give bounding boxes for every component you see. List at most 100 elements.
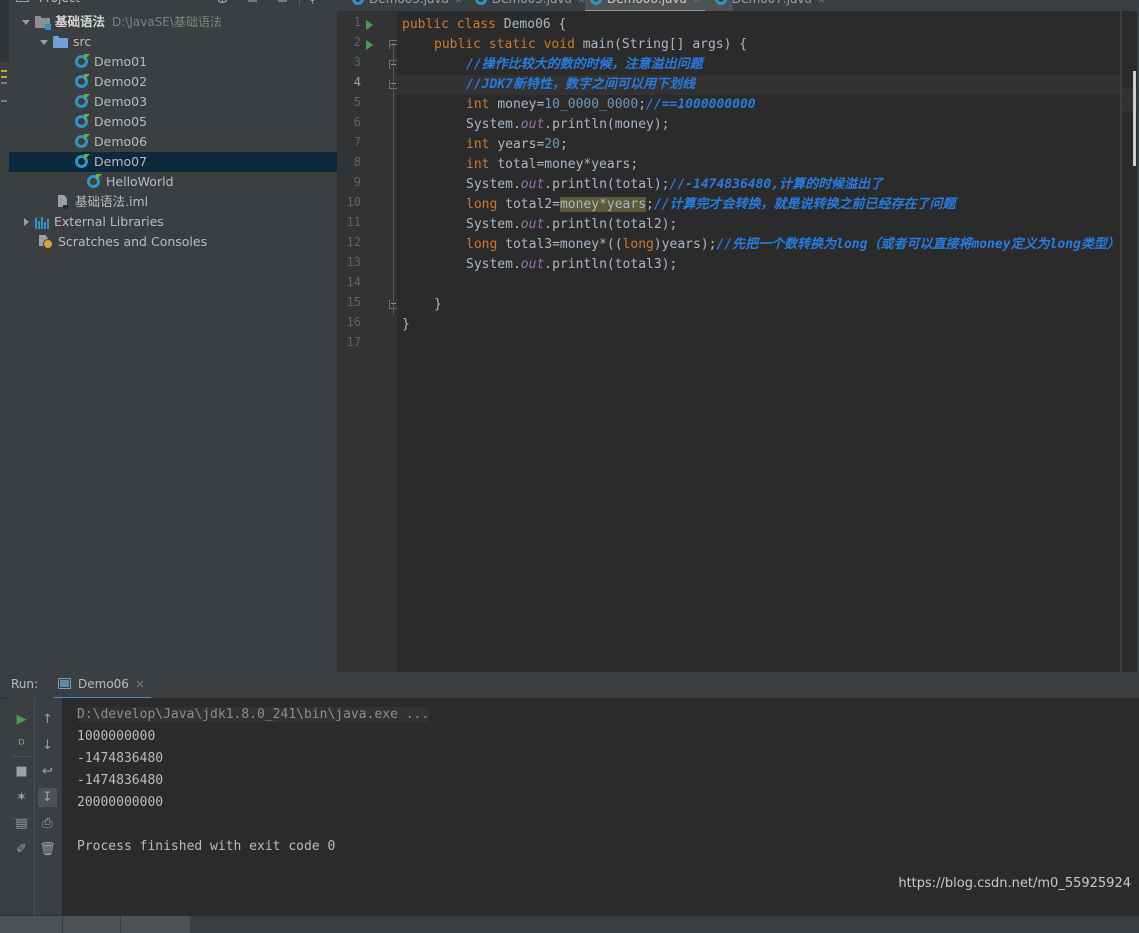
- code-editor[interactable]: public class Demo06 {public static void …: [397, 11, 1120, 672]
- code-line-7: int years=20;: [397, 135, 1120, 155]
- stop-button[interactable]: ■: [12, 762, 31, 781]
- code-line-13: System.out.println(total3);: [397, 255, 1120, 275]
- code-line-2: public static void main(String[] args) {: [397, 35, 1120, 55]
- code-line-4: //JDK7新特性，数字之间可以用下划线: [397, 75, 1120, 95]
- collapse-all-icon[interactable]: [215, 0, 229, 5]
- tree-node-Demo02[interactable]: Demo02: [9, 72, 337, 92]
- line-number-6: 6: [353, 115, 361, 129]
- tree-node-label: 基础语法: [55, 14, 106, 29]
- code-token: main: [582, 37, 615, 52]
- down-arrow-icon[interactable]: ↓: [38, 736, 57, 755]
- scroll-to-end-icon[interactable]: ↧: [38, 788, 57, 807]
- close-icon[interactable]: ×: [817, 0, 826, 6]
- chevron-down-icon[interactable]: [39, 37, 50, 48]
- tree-node-Demo03[interactable]: Demo03: [9, 92, 337, 112]
- up-arrow-icon[interactable]: ↑: [38, 710, 57, 729]
- editor-tab-label: Demo03.java: [369, 0, 449, 6]
- run-tool-window: Run: Demo06 × ▶ ᴰ ■ ✶ ▤ ✐ ↑ ↓ ↩ ↧ ⎙ 🗑 D:\develop\J…: [0, 672, 1139, 915]
- tree-node-Demo01[interactable]: Demo01: [9, 52, 337, 72]
- code-line-8: int total=money*years;: [397, 155, 1120, 175]
- line-number-4: 4: [353, 75, 361, 89]
- line-number-2: 2: [353, 35, 361, 49]
- chevron-right-icon[interactable]: [21, 217, 32, 228]
- editor-tab-Demo07[interactable]: Demo07.java ×: [710, 0, 853, 11]
- code-line-9: System.out.println(total);//-1474836480,…: [397, 175, 1120, 195]
- code-token: .println(total3);: [544, 257, 678, 272]
- locate-file-icon[interactable]: [275, 0, 289, 5]
- tree-node-Scratches and Consoles[interactable]: Scratches and Consoles: [9, 232, 337, 252]
- run-gutter-icon[interactable]: [366, 40, 373, 50]
- chevron-down-icon[interactable]: [21, 17, 32, 28]
- run-tab-label: Demo06: [78, 677, 129, 691]
- code-line-text: public static void main(String[] args) {: [397, 35, 747, 55]
- line-number-12: 12: [346, 235, 361, 249]
- layout-button[interactable]: ▤: [12, 814, 31, 833]
- code-token: void: [543, 37, 583, 52]
- project-title: Project: [39, 0, 80, 5]
- tree-node-Demo05[interactable]: Demo05: [9, 112, 337, 132]
- code-line-10: long total2=money*years;//计算完才会转换，就是说转换之…: [397, 195, 1120, 215]
- tree-node-基础语法[interactable]: 基础语法 D:\JavaSE\基础语法: [9, 12, 337, 32]
- tree-node-External Libraries[interactable]: External Libraries: [9, 212, 337, 232]
- console-command-line: D:\develop\Java\jdk1.8.0_241\bin\java.ex…: [62, 704, 1139, 726]
- tree-node-label: Demo03: [94, 94, 148, 109]
- settings-gear-icon[interactable]: [305, 0, 319, 5]
- code-token: static: [488, 37, 544, 52]
- close-icon[interactable]: ×: [454, 0, 463, 6]
- editor-scrollbar[interactable]: [1120, 11, 1139, 672]
- tree-node-label: Scratches and Consoles: [58, 234, 208, 249]
- code-line-text: System.out.println(money);: [397, 115, 670, 135]
- console-output-line: Process finished with exit code 0: [77, 839, 336, 854]
- scrollbar-thumb[interactable]: [1133, 71, 1136, 166]
- clear-all-icon[interactable]: 🗑: [38, 840, 57, 859]
- status-bar-left-block: [0, 916, 190, 933]
- status-bar: 17:28 CRLF UTF-8 4 spaces Git: master: [0, 915, 1139, 933]
- tree-node-Demo06[interactable]: Demo06: [9, 132, 337, 152]
- run-label: Run:: [11, 677, 39, 691]
- tree-node-Demo07[interactable]: Demo07: [9, 152, 337, 172]
- java-class-icon: [75, 94, 90, 109]
- code-token: out: [520, 257, 545, 272]
- tree-node-label: Demo02: [94, 74, 148, 89]
- editor-tab-Demo03[interactable]: Demo03.java ×: [347, 0, 490, 11]
- code-token: Demo06 {: [503, 17, 567, 32]
- code-token: int: [466, 97, 498, 112]
- attach-debugger-icon[interactable]: ✶: [12, 788, 31, 807]
- code-token: //计算完才会转换，就是说转换之前已经存在了问题: [653, 197, 956, 212]
- run-tab-demo06[interactable]: Demo06 ×: [54, 672, 151, 699]
- editor-tab-label: Demo07.java: [732, 0, 812, 6]
- console-output-line: -1474836480: [77, 773, 164, 788]
- code-line-text: System.out.println(total3);: [397, 255, 677, 275]
- code-line-5: int money=10_0000_0000;//==1000000000: [397, 95, 1120, 115]
- java-class-icon: [75, 114, 90, 129]
- soft-wrap-icon[interactable]: ↩: [38, 762, 57, 781]
- java-class-icon: [87, 174, 102, 189]
- tree-node-src[interactable]: src: [9, 32, 337, 52]
- pin-tab-icon[interactable]: ✐: [12, 840, 31, 859]
- code-line-15: }: [397, 295, 1120, 315]
- tree-node-基础语法.iml[interactable]: 基础语法.iml: [9, 192, 337, 212]
- settings-wrench-icon[interactable]: ᴰ: [12, 736, 31, 755]
- console-output-line: 20000000000: [77, 795, 164, 810]
- close-icon[interactable]: ×: [135, 672, 145, 697]
- line-number-5: 5: [353, 95, 361, 109]
- expand-all-icon[interactable]: [245, 0, 259, 5]
- tree-node-HelloWorld[interactable]: HelloWorld: [9, 172, 337, 192]
- close-icon[interactable]: ×: [692, 0, 701, 6]
- code-line-11: System.out.println(total2);: [397, 215, 1120, 235]
- rerun-button[interactable]: ▶: [12, 710, 31, 729]
- code-line-text: System.out.println(total2);: [397, 215, 677, 235]
- code-token: .println(total);: [544, 177, 670, 192]
- code-token: //JDK7新特性，数字之间可以用下划线: [466, 77, 695, 92]
- editor-gutter: 1 2 3 4 5 6 7 8 9 10 11 12 13 14 15 16 17: [337, 11, 398, 672]
- tree-node-label: Demo05: [94, 114, 148, 129]
- run-gutter-icon[interactable]: [366, 20, 373, 30]
- code-line-text: }: [397, 315, 410, 335]
- code-token: out: [520, 117, 545, 132]
- console-output-line: 1000000000: [77, 729, 156, 744]
- code-line-text: int total=money*years;: [397, 155, 638, 175]
- print-icon[interactable]: ⎙: [38, 814, 57, 833]
- code-token: //-1474836480,计算的时候溢出了: [669, 177, 884, 192]
